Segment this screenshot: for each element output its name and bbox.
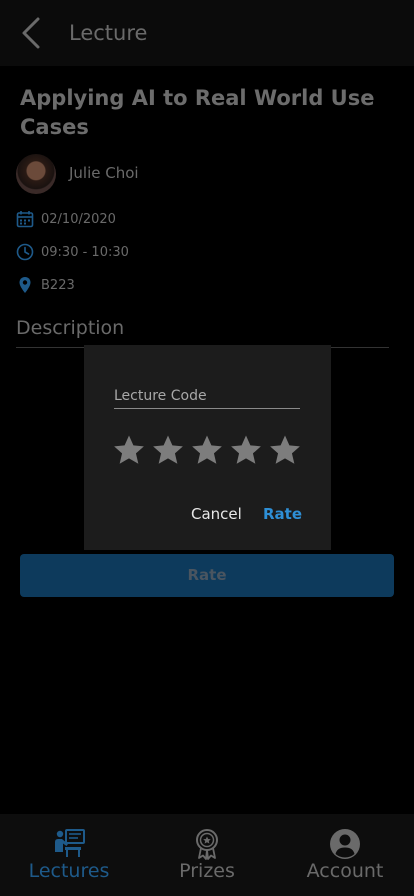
app-header: Lecture <box>0 0 414 66</box>
location-pin-icon <box>19 277 31 293</box>
chevron-left-icon <box>22 17 40 49</box>
star-icon[interactable] <box>190 433 224 467</box>
page-title: Lecture <box>69 21 148 45</box>
avatar <box>16 154 56 194</box>
calendar-icon <box>16 211 34 228</box>
nav-item-lectures[interactable]: Lectures <box>0 814 138 896</box>
lecture-time: 09:30 - 10:30 <box>41 245 129 260</box>
rate-dialog: Cancel Rate <box>84 345 331 550</box>
nav-label-lectures: Lectures <box>28 860 110 882</box>
bottom-nav: Lectures Prizes Account <box>0 814 414 896</box>
star-icon[interactable] <box>229 433 263 467</box>
nav-label-account: Account <box>306 860 384 882</box>
lecture-room: B223 <box>41 278 75 293</box>
star-icon[interactable] <box>268 433 302 467</box>
nav-label-prizes: Prizes <box>179 860 235 882</box>
lecture-title: Applying AI to Real World Use Cases <box>20 86 375 139</box>
description-label: Description <box>16 317 125 339</box>
lecture-code-input[interactable] <box>114 383 300 409</box>
lecture-date: 02/10/2020 <box>41 212 116 227</box>
rate-button[interactable]: Rate <box>20 554 394 597</box>
clock-icon <box>16 243 34 261</box>
lectures-icon <box>55 829 85 857</box>
nav-item-prizes[interactable]: Prizes <box>138 814 276 896</box>
confirm-rate-button[interactable]: Rate <box>263 505 302 523</box>
account-icon <box>330 829 360 859</box>
cancel-button[interactable]: Cancel <box>191 505 242 523</box>
star-icon[interactable] <box>151 433 185 467</box>
back-button[interactable] <box>14 14 50 52</box>
speaker-name: Julie Choi <box>69 164 139 182</box>
nav-item-account[interactable]: Account <box>276 814 414 896</box>
star-icon[interactable] <box>112 433 146 467</box>
prize-icon <box>196 829 218 860</box>
star-rating <box>112 433 304 469</box>
